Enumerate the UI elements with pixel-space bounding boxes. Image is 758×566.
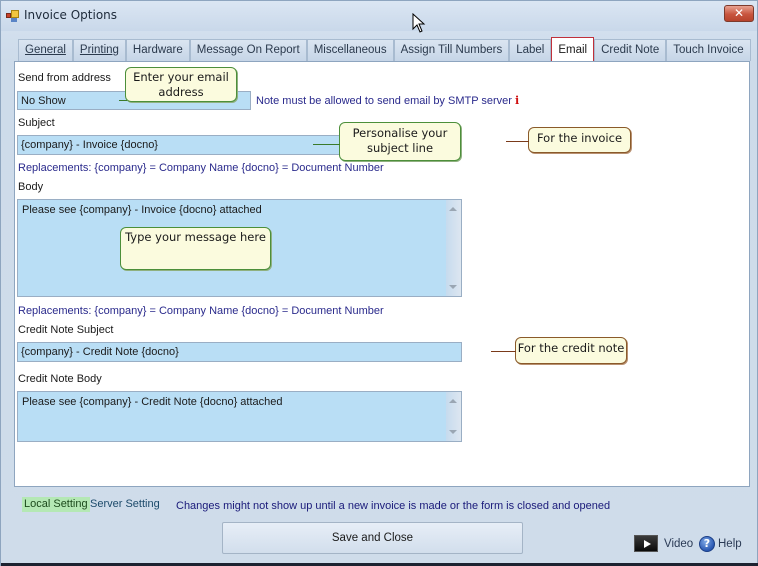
tab-credit-note[interactable]: Credit Note (594, 39, 667, 61)
tab-message-on-report[interactable]: Message On Report (189, 39, 307, 61)
info-icon[interactable]: i (515, 94, 519, 107)
video-link[interactable]: Video (664, 538, 693, 550)
callout-leader (313, 144, 340, 145)
tab-email[interactable]: Email (551, 37, 595, 61)
callout-leader (491, 351, 516, 352)
scroll-down-icon[interactable] (449, 430, 457, 434)
tab-miscellaneous[interactable]: Miscellaneous (306, 39, 394, 61)
credit-body-label: Credit Note Body (18, 373, 102, 385)
smtp-note: Note must be allowed to send email by SM… (256, 94, 520, 107)
tab-label[interactable]: Label (509, 39, 552, 61)
credit-body-textarea[interactable]: Please see {company} - Credit Note {docn… (17, 391, 462, 442)
close-button[interactable]: ✕ (724, 5, 754, 22)
callout-leader (119, 100, 127, 101)
tab-touch-invoice[interactable]: Touch Invoice (666, 39, 751, 61)
close-icon: ✕ (733, 6, 745, 20)
save-and-close-button[interactable]: Save and Close (222, 522, 523, 554)
callout-leader (506, 141, 529, 142)
callout-subject-line: Personalise your subject line (339, 122, 461, 161)
app-icon (6, 10, 19, 22)
tab-hardware[interactable]: Hardware (125, 39, 190, 61)
callout-for-invoice: For the invoice (528, 127, 631, 153)
body-text: Please see {company} - Invoice {docno} a… (22, 204, 262, 216)
subject-label: Subject (18, 117, 55, 129)
scroll-up-icon[interactable] (449, 207, 457, 211)
credit-subject-label: Credit Note Subject (18, 324, 114, 336)
server-setting-toggle[interactable]: Server Setting (90, 497, 160, 512)
invoice-options-window: Invoice Options ✕ General Printing Hardw… (0, 0, 758, 566)
replacements-note-2: Replacements: {company} = Company Name {… (18, 305, 384, 317)
credit-body-scrollbar[interactable] (446, 392, 461, 441)
local-setting-toggle[interactable]: Local Setting (22, 497, 90, 512)
callout-for-credit-note: For the credit note (515, 337, 627, 364)
video-icon[interactable] (634, 535, 658, 552)
changes-note: Changes might not show up until a new in… (176, 500, 611, 512)
send-from-label: Send from address (18, 72, 111, 84)
callout-email-address: Enter your email address (125, 67, 237, 102)
tab-strip: General Printing Hardware Message On Rep… (18, 37, 751, 61)
scroll-down-icon[interactable] (449, 285, 457, 289)
tab-assign-till-numbers[interactable]: Assign Till Numbers (393, 39, 510, 61)
tab-general[interactable]: General (18, 39, 73, 61)
help-link[interactable]: Help (718, 538, 742, 550)
mouse-pointer-icon (412, 13, 426, 33)
body-label: Body (18, 181, 44, 193)
title-bar: Invoice Options ✕ (1, 1, 757, 33)
credit-subject-field[interactable]: {company} - Credit Note {docno} (17, 342, 462, 362)
body-scrollbar[interactable] (446, 200, 461, 296)
tab-printing[interactable]: Printing (72, 39, 126, 61)
scroll-up-icon[interactable] (449, 399, 457, 403)
help-icon[interactable]: ? (699, 536, 715, 552)
credit-body-text: Please see {company} - Credit Note {docn… (22, 396, 283, 408)
callout-message: Type your message here (120, 227, 271, 270)
replacements-note: Replacements: {company} = Company Name {… (18, 162, 384, 174)
window-title: Invoice Options (24, 8, 118, 22)
